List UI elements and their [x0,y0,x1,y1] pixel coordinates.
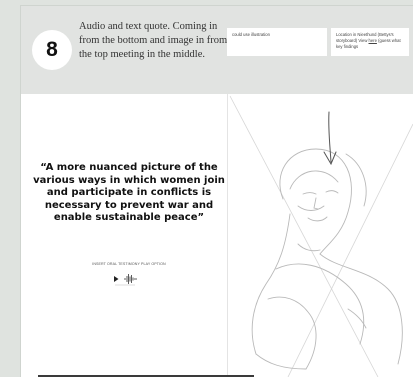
woman-line-drawing [229,95,413,377]
audio-player[interactable] [113,272,149,286]
sticky-note-link[interactable]: here [369,38,377,43]
sticky-note-text: could use illustration [232,32,270,37]
audio-placeholder-label: INSERT ORAL TESTIMONY PLAY OPTION [92,262,166,266]
step-description: Audio and text quote. Coming in from the… [79,21,228,60]
sticky-note-illustration[interactable]: could use illustration [227,28,327,56]
frame-canvas: “A more nuanced picture of the various w… [21,94,413,377]
sticky-note-location[interactable]: Location in Nieethund (Bettys's storyboa… [331,28,409,56]
waveform-icon [124,274,137,284]
step-header: 8 Audio and text quote. Coming in from t… [21,6,413,94]
step-number-badge: 8 [32,30,72,70]
down-arrow-icon [323,111,337,166]
pull-quote: “A more nuanced picture of the various w… [33,162,225,223]
storyboard-frame: 8 Audio and text quote. Coming in from t… [21,6,413,377]
play-icon [114,276,119,282]
